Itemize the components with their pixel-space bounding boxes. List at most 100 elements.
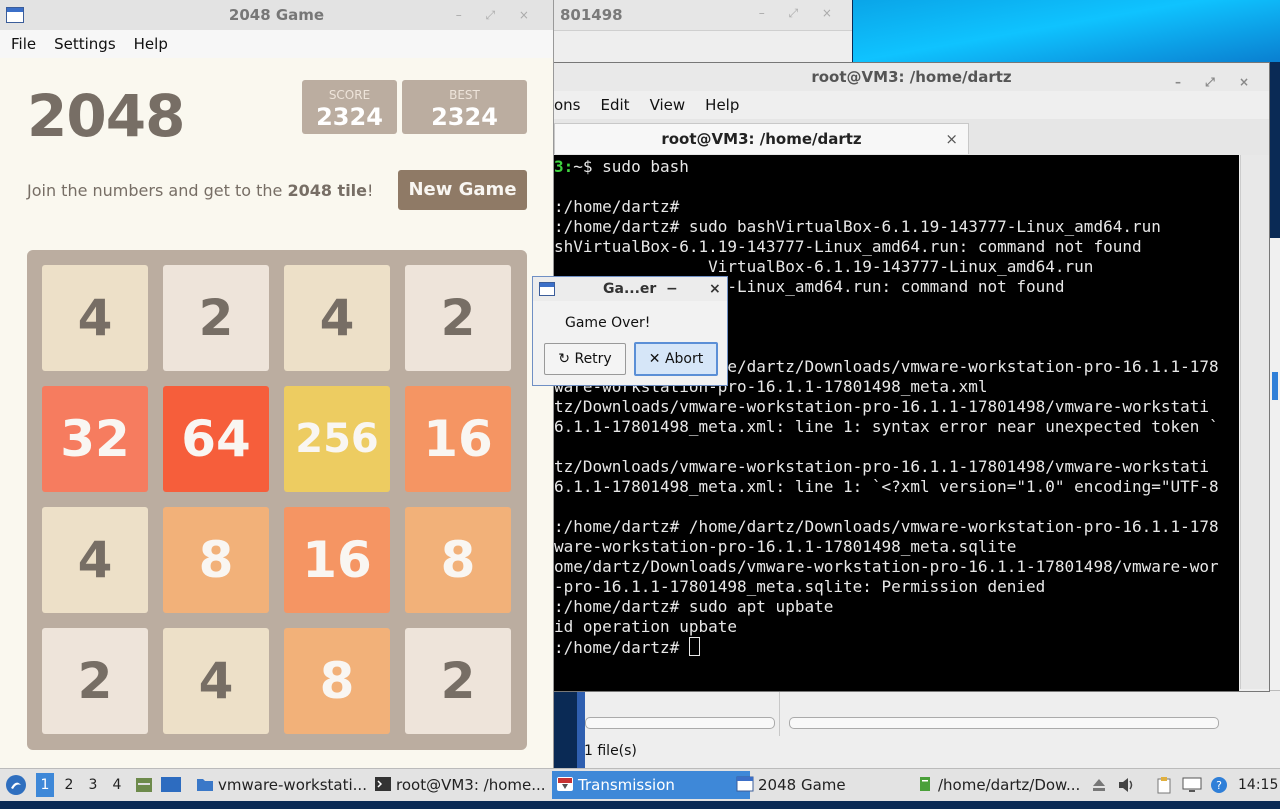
tray-volume-button[interactable]: [1118, 769, 1138, 801]
menu-help[interactable]: Help: [134, 35, 168, 53]
task-label: 2048 Game: [758, 776, 846, 794]
file-manager-h-scrollbar-left[interactable]: [585, 717, 775, 729]
terminal-cursor: [688, 637, 700, 656]
terminal-line: tz/Downloads/vmware-workstation-pro-16.1…: [554, 457, 1239, 477]
game-window-title: 2048 Game: [228, 6, 325, 24]
tab-close-icon[interactable]: ×: [945, 124, 958, 154]
terminal-menubar: ons Edit View Help: [554, 91, 1269, 119]
score-box: SCORE 2324: [302, 80, 397, 134]
tagline-prefix: Join the numbers and get to the: [27, 181, 288, 200]
terminal-line: id operation upbate: [554, 617, 1239, 637]
workspace-4[interactable]: 4: [108, 773, 126, 797]
terminal-line-text: ome/dartz/Downloads/vmware-workstation-p…: [554, 557, 1219, 576]
terminal-line: 6.1.1-17801498_meta.xml: line 1: syntax …: [554, 417, 1239, 437]
abort-button[interactable]: ✕ Abort: [634, 342, 718, 376]
workspace-3[interactable]: 3: [84, 773, 102, 797]
menu-file[interactable]: File: [11, 35, 36, 53]
task-label: /home/dartz/Dow...: [938, 776, 1081, 794]
game-menubar: File Settings Help: [0, 30, 553, 58]
task-terminal[interactable]: root@VM3: /home...: [370, 771, 570, 799]
task-label: vmware-workstati...: [218, 776, 367, 794]
taskbar: 1 2 3 4 vmware-workstati... root@VM3: /h…: [0, 768, 1280, 801]
terminal-titlebar[interactable]: root@VM3: /home/dartz – ⤢ ×: [554, 63, 1269, 91]
workspace-1[interactable]: 1: [36, 773, 54, 797]
game-board[interactable]: 4 2 4 2 32 64 256 16 4 8 16 8 2 4 8 2: [27, 250, 527, 750]
file-manager-scroll-thumb[interactable]: [1272, 372, 1278, 400]
update-icon: ?: [1211, 777, 1227, 793]
menu-settings[interactable]: Settings: [54, 35, 116, 53]
volume-icon: [1119, 778, 1133, 792]
svg-text:?: ?: [1216, 779, 1222, 792]
tagline-bold: 2048 tile: [287, 181, 368, 200]
terminal-line-text: 6.1.1-17801498_meta.xml: line 1: syntax …: [554, 417, 1219, 436]
terminal-line: :/home/dartz# sudo apt upbate: [554, 597, 1239, 617]
close-icon[interactable]: ×: [709, 277, 721, 301]
clock[interactable]: 14:15: [1238, 769, 1278, 801]
background-window-controls[interactable]: – ⤢ ×: [759, 6, 842, 21]
tile-4: 4: [42, 507, 148, 613]
terminal-line-text: ware-workstation-pro-16.1.1-17801498_met…: [554, 537, 1017, 556]
retry-button[interactable]: ↻ Retry: [544, 343, 626, 375]
tile-32: 32: [42, 386, 148, 492]
task-vmware-folder[interactable]: vmware-workstati...: [192, 771, 388, 799]
tile-8: 8: [405, 507, 511, 613]
menu-view[interactable]: View: [650, 96, 686, 114]
game-title: 2048: [27, 82, 185, 150]
score-value: 2324: [316, 103, 383, 131]
terminal-output[interactable]: 3:~$ sudo bash :/home/dartz# :/home/dartz#…: [554, 155, 1239, 691]
terminal-scrollbar[interactable]: [1240, 155, 1269, 689]
background-window[interactable]: 801498 – ⤢ ×: [553, 0, 852, 62]
terminal-tab-title: root@VM3: /home/dartz: [661, 130, 862, 148]
start-menu-button[interactable]: [4, 769, 30, 801]
terminal-line: shVirtualBox-6.1.19-143777-Linux_amd64.r…: [554, 237, 1239, 257]
game-over-dialog[interactable]: Ga...er − × Game Over! ↻ Retry ✕ Abort: [532, 276, 728, 386]
terminal-line-text: VirtualBox-6.1.19-143777-Linux_amd64.run: [554, 257, 1094, 276]
terminal-line: :/home/dartz#: [554, 197, 1239, 217]
terminal-window-controls[interactable]: – ⤢ ×: [1175, 68, 1259, 96]
minimize-icon[interactable]: −: [666, 277, 678, 301]
tile-256: 256: [284, 386, 390, 492]
show-desktop-button[interactable]: [160, 769, 186, 801]
terminal-line-text: tz/Downloads/vmware-workstation-pro-16.1…: [554, 397, 1210, 416]
menu-options[interactable]: ons: [554, 96, 581, 114]
pane-divider[interactable]: [779, 691, 780, 736]
tray-eject-button[interactable]: [1092, 769, 1108, 801]
game-window[interactable]: 2048 Game – ⤢ × File Settings Help 2048 …: [0, 0, 554, 768]
menu-edit[interactable]: Edit: [601, 96, 630, 114]
tile-4: 4: [284, 265, 390, 371]
terminal-line-text: :/home/dartz#: [554, 638, 689, 657]
terminal-line-text: tz/Downloads/vmware-workstation-pro-16.1…: [554, 457, 1210, 476]
tray-network-button[interactable]: [1182, 769, 1204, 801]
terminal-window-title: root@VM3: /home/dartz: [811, 68, 1012, 86]
terminal-line: 3:~$ sudo bash: [554, 157, 1239, 177]
best-box: BEST 2324: [402, 80, 527, 134]
terminal-line-text: 6.1.1-17801498_meta.xml: line 1: `<?xml …: [554, 477, 1219, 496]
task-transmission[interactable]: Transmission: [552, 771, 750, 799]
terminal-line: 6.1.1-17801498_meta.xml: line 1: `<?xml …: [554, 477, 1239, 497]
window-icon: [736, 776, 754, 792]
workspace-2[interactable]: 2: [60, 773, 78, 797]
terminal-line: :/home/dartz# /home/dartz/Downloads/vmwa…: [554, 517, 1239, 537]
tagline: Join the numbers and get to the 2048 til…: [27, 181, 373, 200]
file-manager-h-scrollbar-right[interactable]: [789, 717, 1219, 729]
task-2048-game[interactable]: 2048 Game: [732, 771, 928, 799]
tile-2: 2: [163, 265, 269, 371]
retry-icon: ↻: [558, 351, 571, 367]
terminal-tab[interactable]: root@VM3: /home/dartz ×: [554, 123, 969, 154]
tray-clipboard-button[interactable]: [1156, 769, 1176, 801]
file-icon: [920, 777, 930, 791]
window-icon: [539, 282, 555, 296]
file-manager-status: 1 file(s): [584, 743, 637, 759]
game-window-controls[interactable]: – ⤢ ×: [456, 0, 539, 30]
dialog-titlebar[interactable]: Ga...er − ×: [533, 277, 727, 301]
game-titlebar[interactable]: 2048 Game – ⤢ ×: [0, 0, 553, 30]
terminal-line: :/home/dartz#: [554, 637, 1239, 657]
file-manager-launcher[interactable]: [134, 769, 156, 801]
new-game-button[interactable]: New Game: [398, 170, 527, 210]
task-label: Transmission: [578, 776, 675, 794]
menu-help[interactable]: Help: [705, 96, 739, 114]
task-file-viewer[interactable]: /home/dartz/Dow...: [912, 771, 1108, 799]
file-manager-window[interactable]: 1 file(s): [577, 690, 1280, 769]
tray-updates-button[interactable]: ?: [1210, 769, 1230, 801]
